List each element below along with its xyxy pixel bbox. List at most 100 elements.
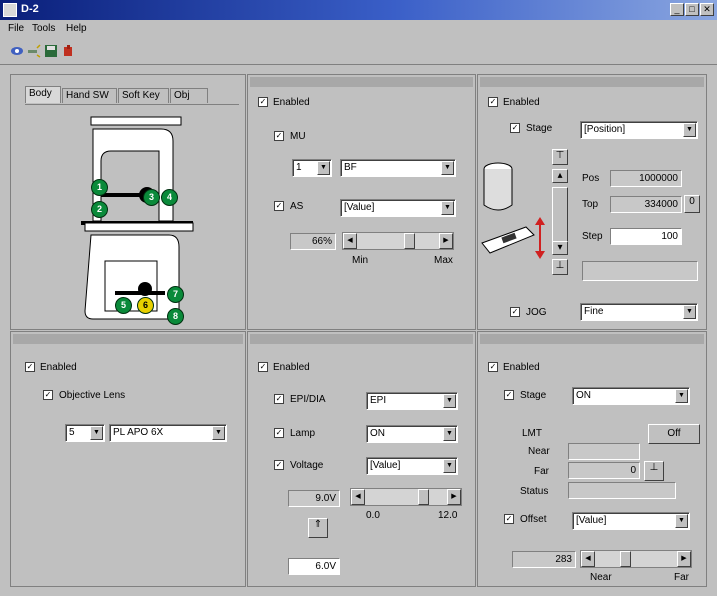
mu-label: MU — [290, 131, 306, 142]
eye-icon[interactable] — [10, 44, 24, 58]
position-marker-8[interactable]: 8 — [167, 308, 184, 325]
voltage-checkbox[interactable]: ✓ — [274, 460, 284, 470]
enabled-label: Enabled — [503, 362, 540, 373]
offset-slider[interactable]: ◀ ▶ — [580, 550, 692, 568]
enabled-checkbox[interactable]: ✓ — [488, 362, 498, 372]
maximize-button[interactable]: □ — [685, 3, 699, 16]
top-limit-button[interactable]: ⊤ — [552, 149, 568, 165]
position-marker-5[interactable]: 5 — [115, 297, 132, 314]
slider-right-button[interactable]: ▶ — [439, 233, 453, 249]
lamp-checkbox[interactable]: ✓ — [274, 428, 284, 438]
tab-hand-sw[interactable]: Hand SW — [62, 88, 117, 103]
offset-readout: 283 — [512, 551, 576, 568]
enabled-label: Enabled — [503, 97, 540, 108]
panel-header — [250, 77, 473, 87]
as-percent-readout: 66% — [290, 233, 336, 250]
step-label: Step — [582, 231, 603, 242]
voltage-readout: 9.0V — [288, 490, 340, 507]
position-marker-1[interactable]: 1 — [91, 179, 108, 196]
bottom-limit-button[interactable]: ⊥ — [552, 259, 568, 275]
apply-preset-button[interactable]: ⇑ — [308, 518, 328, 538]
tab-obj[interactable]: Obj — [170, 88, 208, 103]
pos-label: Pos — [582, 173, 600, 184]
menu-tools[interactable]: Tools — [32, 23, 55, 34]
slider-left-button[interactable]: ◀ — [581, 551, 595, 567]
stage-panel: ✓ Enabled ✓ Stage [Position] ▼ ⊤ ▴ ▾ ⊥ Po… — [477, 74, 707, 330]
set-limit-button[interactable]: ⊥ — [644, 461, 664, 481]
enabled-checkbox[interactable]: ✓ — [25, 362, 35, 372]
stage-checkbox[interactable]: ✓ — [510, 123, 520, 133]
far-label: Far — [534, 466, 549, 477]
epi-dia-label: EPI/DIA — [290, 394, 326, 405]
lmt-label: LMT — [522, 428, 542, 439]
top-set-button[interactable]: 0 — [684, 195, 700, 213]
minimize-button[interactable]: _ — [670, 3, 684, 16]
body-panel: Body Hand SW Soft Key Obj 1 2 3 4 5 6 7 … — [10, 74, 246, 330]
position-marker-2[interactable]: 2 — [91, 201, 108, 218]
position-marker-4[interactable]: 4 — [161, 189, 178, 206]
window-title: D-2 — [21, 3, 39, 15]
lamp-select[interactable]: ON ▼ — [366, 425, 458, 443]
as-checkbox[interactable]: ✓ — [274, 201, 284, 211]
menu-file[interactable]: File — [8, 23, 24, 34]
slider-left-button[interactable]: ◀ — [351, 489, 365, 505]
stage-value-select[interactable]: [Position] ▼ — [580, 121, 698, 139]
stage-label: Stage — [526, 123, 553, 134]
stage-select[interactable]: ON ▼ — [572, 387, 690, 405]
menu-help[interactable]: Help — [66, 23, 87, 34]
step-input[interactable]: 100 — [610, 228, 682, 245]
epi-dia-select[interactable]: EPI ▼ — [366, 392, 458, 410]
as-value-select[interactable]: [Value] ▼ — [340, 199, 456, 217]
objective-lens-select[interactable]: PL APO 6X ▼ — [109, 424, 227, 442]
microscope-icon[interactable] — [61, 44, 75, 58]
jog-value-select[interactable]: Fine ▼ — [580, 303, 698, 321]
tab-body[interactable]: Body — [25, 86, 61, 103]
mu-number-select[interactable]: 1 ▼ — [292, 159, 332, 177]
voltage-min-label: 0.0 — [366, 510, 380, 521]
objective-checkbox[interactable]: ✓ — [43, 390, 53, 400]
epi-dia-checkbox[interactable]: ✓ — [274, 394, 284, 404]
as-slider[interactable]: ◀ ▶ — [342, 232, 454, 250]
offset-max-label: Far — [674, 572, 689, 583]
position-marker-3[interactable]: 3 — [143, 189, 160, 206]
offset-checkbox[interactable]: ✓ — [504, 514, 514, 524]
mu-value-select[interactable]: BF ▼ — [340, 159, 456, 177]
stage-down-button[interactable]: ▾ — [552, 241, 568, 255]
stage-checkbox[interactable]: ✓ — [504, 390, 514, 400]
mu-checkbox[interactable]: ✓ — [274, 131, 284, 141]
save-icon[interactable] — [44, 44, 58, 58]
slider-thumb[interactable] — [404, 233, 415, 249]
slider-left-button[interactable]: ◀ — [343, 233, 357, 249]
voltage-slider[interactable]: ◀ ▶ — [350, 488, 462, 506]
enabled-checkbox[interactable]: ✓ — [258, 362, 268, 372]
near-label: Near — [528, 446, 550, 457]
near-readout — [568, 443, 640, 460]
offset-select[interactable]: [Value] ▼ — [572, 512, 690, 530]
slider-right-button[interactable]: ▶ — [447, 489, 461, 505]
voltage-preset-field[interactable]: 6.0V — [288, 558, 340, 575]
jog-checkbox[interactable]: ✓ — [510, 307, 520, 317]
enabled-checkbox[interactable]: ✓ — [488, 97, 498, 107]
status-readout — [568, 482, 676, 499]
offset-label: Offset — [520, 514, 547, 525]
slider-right-button[interactable]: ▶ — [677, 551, 691, 567]
position-marker-7[interactable]: 7 — [167, 286, 184, 303]
stage-jog-bar[interactable] — [552, 187, 568, 247]
tab-soft-key[interactable]: Soft Key — [118, 88, 169, 103]
close-button[interactable]: ✕ — [700, 3, 714, 16]
slider-thumb[interactable] — [418, 489, 429, 505]
objective-number-select[interactable]: 5 ▼ — [65, 424, 105, 442]
objective-label: Objective Lens — [59, 390, 126, 401]
offset-panel: ✓ Enabled ✓ Stage ON ▼ LMT Off Near Far 0… — [477, 331, 707, 587]
as-label: AS — [290, 201, 304, 212]
stage-up-button[interactable]: ▴ — [552, 169, 568, 183]
off-button[interactable]: Off — [648, 424, 700, 444]
voltage-select[interactable]: [Value] ▼ — [366, 457, 458, 475]
menu-bar: File Tools Help — [0, 20, 717, 37]
light-icon[interactable] — [27, 44, 41, 58]
far-readout: 0 — [568, 462, 640, 479]
enabled-checkbox[interactable]: ✓ — [258, 97, 268, 107]
position-marker-6[interactable]: 6 — [137, 297, 154, 314]
slider-thumb[interactable] — [620, 551, 631, 567]
jog-label: JOG — [526, 307, 547, 318]
